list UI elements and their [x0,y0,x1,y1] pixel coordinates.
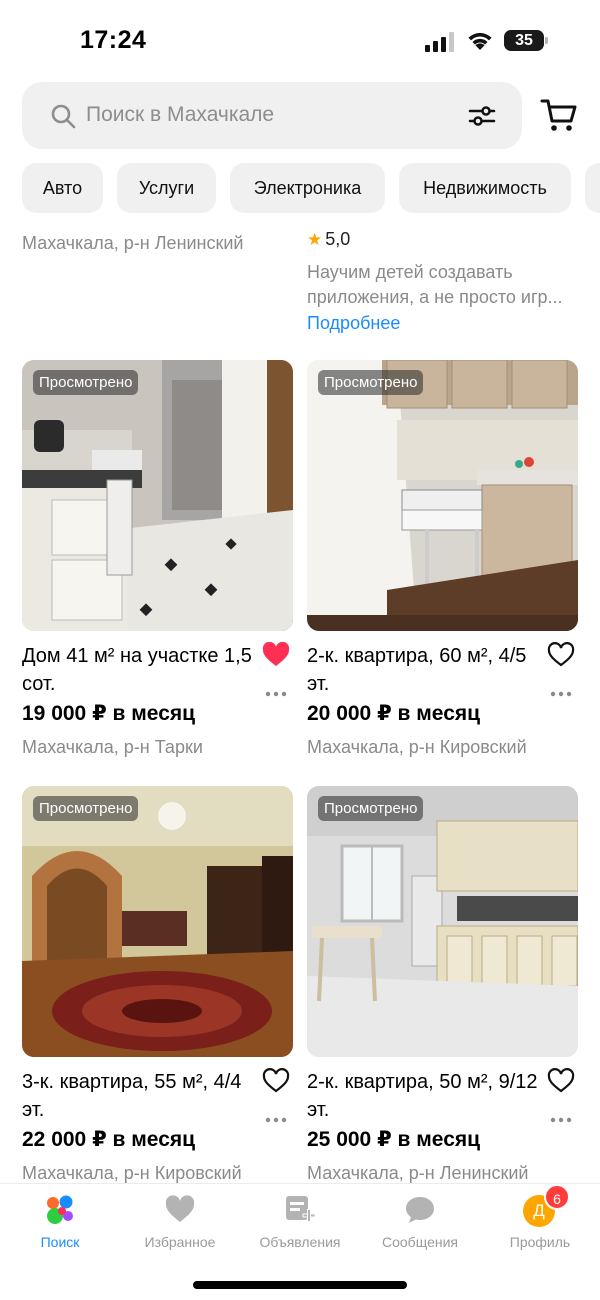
heart-icon [165,1195,195,1222]
rating: ★ 5,0 [307,229,350,250]
search-placeholder: Поиск в Махачкале [86,103,275,126]
tab-favorites[interactable]: Избранное [120,1194,240,1264]
heart-outline-icon[interactable] [547,1068,575,1094]
search-tab-icon [47,1195,73,1224]
notification-badge: 6 [544,1184,570,1210]
viewed-badge: Просмотрено [33,796,139,821]
listing-photo[interactable]: Просмотрено [307,786,578,1057]
viewed-badge: Просмотрено [33,370,139,395]
tab-label: Поиск [40,1234,80,1250]
listing-price: 20 000 ₽ в месяц [307,702,481,725]
listing-photo[interactable]: Просмотрено [307,360,578,631]
signal-icon [425,32,454,52]
viewed-badge: Просмотрено [318,796,424,821]
listing-add-icon [286,1196,316,1222]
tab-profile[interactable]: Д 6 Профиль [480,1184,600,1264]
chip-electronics[interactable]: Электроника [230,163,385,213]
tab-label: Избранное [144,1234,216,1250]
battery-level: 35 [504,30,544,51]
battery-icon: 35 [504,30,548,51]
more-dots-icon[interactable] [549,690,573,698]
chip-next[interactable] [585,163,600,213]
status-bar: 17:24 35 [0,0,600,80]
listing-location: Махачкала, р-н Кировский [307,737,527,757]
status-time: 17:24 [80,26,147,54]
heart-outline-icon[interactable] [547,642,575,668]
tab-label: Сообщения [382,1234,458,1250]
listing-location: Махачкала, р-н Ленинский [22,233,244,253]
more-dots-icon[interactable] [264,690,288,698]
listing-price: 22 000 ₽ в месяц [22,1128,196,1151]
listing-location: Махачкала, р-н Тарки [22,737,203,757]
tab-label: Профиль [509,1234,571,1250]
listing-price: 25 000 ₽ в месяц [307,1128,481,1151]
tab-search[interactable]: Поиск [0,1194,120,1264]
listing-location: Махачкала, р-н Ленинский [307,1163,529,1183]
tab-listings[interactable]: Объявления [240,1194,360,1264]
search-icon [51,104,76,129]
chip-services[interactable]: Услуги [117,163,216,213]
heart-outline-icon[interactable] [262,1068,290,1094]
listing-location: Махачкала, р-н Кировский [22,1163,242,1183]
listing-photo[interactable]: Просмотрено [22,360,293,631]
filter-sliders-icon[interactable] [468,102,496,130]
chip-auto[interactable]: Авто [22,163,103,213]
star-icon: ★ [307,230,323,249]
listing-title[interactable]: Дом 41 м² на участке 1,5 сот. [22,642,254,698]
more-dots-icon[interactable] [549,1116,573,1124]
listing-title[interactable]: 2-к. квартира, 50 м², 9/12 эт. [307,1068,539,1124]
home-indicator[interactable] [193,1281,407,1289]
more-link[interactable]: Подробнее [307,313,400,334]
more-dots-icon[interactable] [264,1116,288,1124]
listing-title[interactable]: 3-к. квартира, 55 м², 4/4 эт. [22,1068,254,1124]
search-input[interactable]: Поиск в Махачкале [22,82,522,149]
chip-real-estate[interactable]: Недвижимость [399,163,571,213]
ad-description: Научим детей создавать приложения, а не … [307,262,563,307]
rating-value: 5,0 [325,229,351,249]
listing-photo[interactable]: Просмотрено [22,786,293,1057]
cart-icon[interactable] [540,96,578,134]
category-chips: Авто Услуги Электроника Недвижимость [22,163,600,213]
tab-messages[interactable]: Сообщения [360,1194,480,1264]
chat-bubble-icon [406,1197,434,1223]
viewed-badge: Просмотрено [318,370,424,395]
heart-filled-icon[interactable] [262,642,290,668]
listing-price: 19 000 ₽ в месяц [22,702,196,725]
tab-label: Объявления [259,1234,341,1250]
listing-title[interactable]: 2-к. квартира, 60 м², 4/5 эт. [307,642,539,698]
wifi-icon [468,32,492,50]
